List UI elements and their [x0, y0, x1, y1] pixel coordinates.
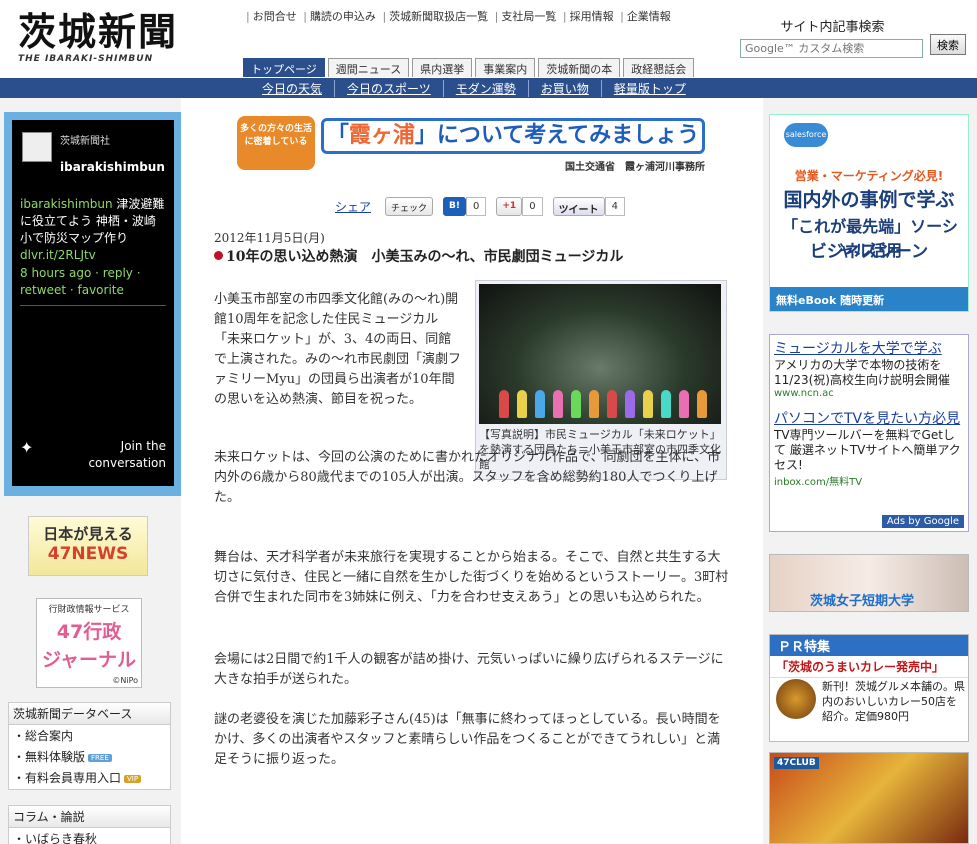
- top-link-subscribe[interactable]: 購読の申込み: [310, 10, 376, 23]
- site-search: サイト内記事検索 検索: [740, 16, 970, 58]
- top-link-branches[interactable]: 支社局一覧: [501, 10, 556, 23]
- twitter-widget: 茨城新聞社 ibarakishimbun ibarakishimbun 津波避難…: [4, 112, 182, 496]
- salesforce-logo: salesforce: [784, 123, 828, 147]
- stage-photo[interactable]: [479, 284, 721, 424]
- ads-by-google[interactable]: Ads by Google: [881, 515, 964, 528]
- top-link-recruit[interactable]: 採用情報: [570, 10, 614, 23]
- article-paragraph: 舞台は、天才科学者が未来旅行を実現することから始まる。そこで、自然と共生する大切…: [214, 550, 729, 605]
- database-box: 茨城新聞データベース ・総合案内 ・無料体験版 FREE ・有料会員専用入口 VIP: [8, 702, 171, 790]
- hatena-count: 0: [466, 197, 487, 216]
- twitter-bird-icon: ✦: [20, 438, 34, 457]
- top-link-dealers[interactable]: 茨城新聞取扱店一覧: [389, 10, 488, 23]
- twitter-account-name: 茨城新聞社: [60, 136, 110, 147]
- article-headline: 10年の思い込め熱演 小美玉みの～れ、市民劇団ミュージカル: [214, 246, 623, 266]
- curry-image[interactable]: [776, 679, 816, 719]
- site-header: 茨城新聞 THE IBARAKI-SHIMBUN | お問合せ | 購読の申込み |…: [0, 0, 977, 78]
- google-ad-desc: アメリカの大学で本物の技術を 11/23(祝)高校生向け説明会開催: [774, 358, 950, 387]
- google-ads: ミュージカルを大学で学ぶ アメリカの大学で本物の技術を 11/23(祝)高校生向…: [769, 334, 969, 532]
- pr-box: ＰＲ特集 「茨城のうまいカレー発売中」 新刊！茨城グルメ本舗の。県内のおいしいカ…: [769, 634, 969, 742]
- top-links: | お問合せ | 購読の申込み | 茨城新聞取扱店一覧 | 支社局一覧 | 採用情報 | 企…: [246, 10, 671, 23]
- database-member-link[interactable]: ・有料会員専用入口 VIP: [9, 767, 170, 788]
- search-button[interactable]: 検索: [930, 34, 966, 55]
- tweet-user-link[interactable]: ibarakishimbun: [20, 197, 113, 211]
- tweet-time[interactable]: 8 hours ago: [20, 266, 91, 280]
- tab-elections[interactable]: 県内選挙: [412, 58, 473, 77]
- top-link-contact[interactable]: お問合せ: [253, 10, 297, 23]
- pr-text: 新刊！茨城グルメ本舗の。県内のおいしいカレー50店を紹介。定価980円: [822, 680, 965, 723]
- divider: [20, 305, 166, 306]
- tweet-button[interactable]: ツイート: [552, 197, 605, 216]
- ad-salesforce[interactable]: salesforce 営業・マーケティング必見! 国内外の事例で学ぶ 「これが最…: [769, 114, 969, 312]
- gplus-count: 0: [522, 197, 543, 216]
- nav-bar: 今日の天気 今日のスポーツ モダン運勢 お買い物 軽量版トップ: [0, 78, 977, 98]
- article-date: 2012年11月5日(月): [214, 231, 325, 245]
- banner-title: 「霞ヶ浦」について考えてみましょう: [321, 118, 705, 154]
- join-conversation-link[interactable]: Join the conversation: [88, 438, 166, 472]
- google-ad-url[interactable]: www.ncn.ac: [774, 388, 964, 399]
- free-badge: FREE: [88, 753, 112, 762]
- banner-sub: 国土交通省 霞ヶ浦河川事務所: [565, 162, 705, 173]
- database-title: 茨城新聞データベース: [9, 703, 170, 725]
- tweet-text-block: ibarakishimbun 津波避難に役立てよう 神栖・波崎小で防災マップ作り…: [20, 196, 166, 264]
- article-paragraph: 会場には2日間で約1千人の観客が詰め掛け、元気いっぱいに繰り広げられるステージに…: [214, 652, 724, 687]
- tweet-reply[interactable]: reply: [103, 266, 133, 280]
- ad-junior-college[interactable]: 茨城女子短期大学: [769, 554, 969, 612]
- google-ad-title[interactable]: パソコンでTVを見たい方必見: [774, 411, 960, 427]
- hatena-bookmark-button[interactable]: B!: [443, 197, 466, 216]
- nav-light-top[interactable]: 軽量版トップ: [602, 80, 698, 97]
- header-tabs: トップページ 週間ニュース 県内選挙 事業案内 茨城新聞の本 政経懇話会: [243, 58, 695, 77]
- logo-text: 茨城新聞: [18, 9, 179, 54]
- pr-sub-link[interactable]: 「茨城のうまいカレー発売中」: [770, 656, 968, 678]
- tweet-meta: 8 hours ago · reply · retweet · favorite: [20, 266, 141, 297]
- vip-badge: VIP: [124, 774, 142, 783]
- tweet-favorite[interactable]: favorite: [78, 283, 124, 297]
- site-logo[interactable]: 茨城新聞 THE IBARAKI-SHIMBUN: [18, 10, 223, 70]
- tab-top[interactable]: トップページ: [243, 58, 325, 77]
- tab-business[interactable]: 事業案内: [475, 58, 536, 77]
- column-ibaraki-shunju-link[interactable]: ・いばらき春秋: [9, 828, 170, 844]
- ad-47gyosei[interactable]: 行財政情報サービス 47行政 ジャーナル ©NiPo: [36, 598, 142, 688]
- column-box: コラム・論説 ・いばらき春秋: [8, 805, 171, 844]
- column-title: コラム・論説: [9, 806, 170, 828]
- tweet-link[interactable]: dlvr.it/2RLJtv: [20, 248, 96, 262]
- article-paragraph: 小美玉市部室の市四季文化館(みの～れ)開館10周年を記念した住民ミュージカル「未…: [214, 292, 462, 407]
- ad-47news[interactable]: 日本が見える 47NEWS: [28, 516, 148, 576]
- tweet-retweet[interactable]: retweet: [20, 283, 66, 297]
- gplus-button[interactable]: +1: [496, 197, 523, 216]
- kasumigaura-banner[interactable]: 多くの方々の生活に密着している 「霞ヶ浦」について考えてみましょう 国土交通省 …: [237, 114, 707, 176]
- twitter-avatar[interactable]: [22, 132, 52, 162]
- nav-fortune[interactable]: モダン運勢: [444, 80, 529, 97]
- google-ad-url[interactable]: inbox.com/無料TV: [774, 473, 964, 488]
- article-paragraph: 未来ロケットは、今回の公演のために書かれたオリジナル作品で、同劇団を主体に、市内…: [214, 450, 721, 505]
- twitter-handle[interactable]: ibarakishimbun: [60, 160, 165, 174]
- bullet-icon: [214, 251, 223, 260]
- banner-badge: 多くの方々の生活に密着している: [237, 116, 315, 170]
- search-label: サイト内記事検索: [780, 20, 885, 35]
- top-link-company[interactable]: 企業情報: [627, 10, 671, 23]
- article-paragraph: 謎の老婆役を演じた加藤彩子さん(45)は「無事に終わってほっとしている。長い時間…: [214, 712, 721, 767]
- logo-sub: THE IBARAKI-SHIMBUN: [18, 54, 154, 64]
- tab-books[interactable]: 茨城新聞の本: [538, 58, 621, 77]
- tab-weekly-news[interactable]: 週間ニュース: [327, 58, 410, 77]
- share-bar: シェア チェック B! 0 +1 0 ツイート 4: [335, 197, 635, 216]
- ad-47club[interactable]: 47CLUB: [769, 752, 969, 844]
- database-overview-link[interactable]: ・総合案内: [9, 725, 170, 746]
- mixi-check-button[interactable]: チェック: [385, 197, 434, 216]
- google-ad-title[interactable]: ミュージカルを大学で学ぶ: [774, 341, 942, 357]
- main-content: 多くの方々の生活に密着している 「霞ヶ浦」について考えてみましょう 国土交通省 …: [181, 98, 763, 844]
- share-link[interactable]: シェア: [335, 198, 371, 215]
- nav-shopping[interactable]: お買い物: [529, 80, 602, 97]
- tweet-count: 4: [604, 197, 625, 216]
- pr-title: ＰＲ特集: [770, 635, 968, 656]
- left-sidebar: 茨城新聞社 ibarakishimbun ibarakishimbun 津波避難…: [0, 98, 182, 844]
- nav-sports[interactable]: 今日のスポーツ: [335, 80, 444, 97]
- right-sidebar: salesforce 営業・マーケティング必見! 国内外の事例で学ぶ 「これが最…: [763, 98, 977, 844]
- nav-weather[interactable]: 今日の天気: [250, 80, 336, 97]
- search-input[interactable]: [740, 39, 923, 58]
- database-trial-link[interactable]: ・無料体験版 FREE: [9, 746, 170, 767]
- tab-seikei[interactable]: 政経懇話会: [623, 58, 695, 77]
- google-ad-desc: TV専門ツールバーを無料でGetして 厳選ネットTVサイトへ簡単アクセス!: [774, 428, 961, 472]
